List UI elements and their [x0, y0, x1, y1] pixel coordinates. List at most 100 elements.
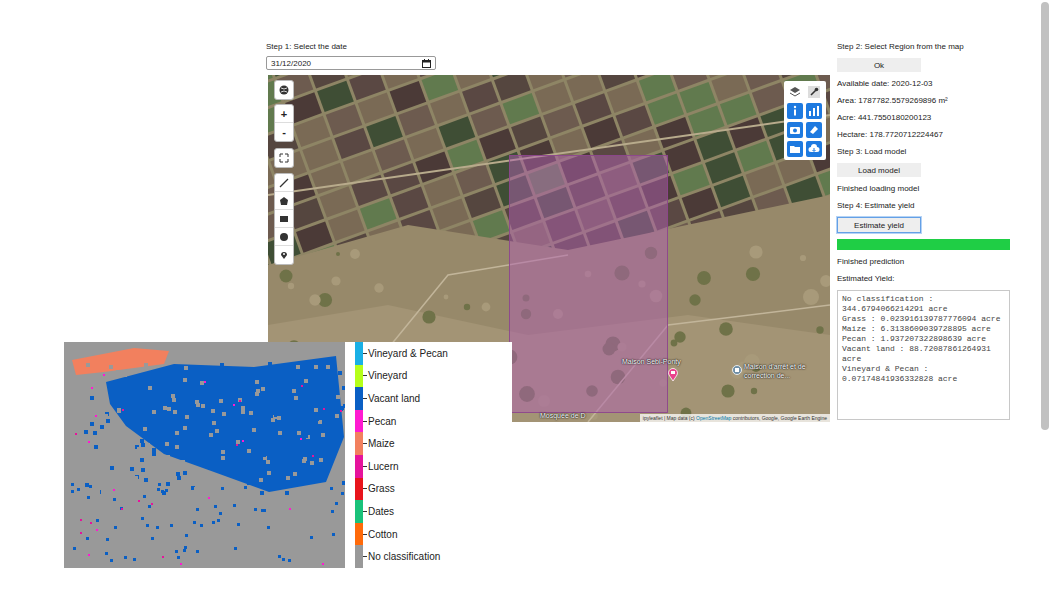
fullscreen-icon[interactable] — [279, 153, 289, 163]
available-date: Available date: 2020-12-03 — [837, 78, 1010, 89]
legend-swatch — [355, 410, 363, 433]
chart-icon[interactable] — [808, 105, 820, 117]
eraser-button[interactable] — [806, 122, 822, 138]
camera-icon[interactable] — [789, 124, 801, 136]
zoom-out-button[interactable]: - — [275, 123, 293, 141]
pink-pin-icon[interactable] — [668, 368, 678, 381]
globe-icon[interactable] — [279, 85, 289, 95]
yield-label: Estimated Yield: — [837, 273, 1010, 284]
rectangle-icon[interactable] — [279, 214, 289, 224]
layers-button[interactable] — [787, 84, 803, 100]
place-label: Mosquée de D — [540, 411, 586, 420]
load-status: Finished loading model — [837, 183, 1010, 194]
folder-icon[interactable] — [789, 143, 801, 155]
legend-item: Grass — [355, 478, 448, 501]
wrench-icon[interactable] — [808, 86, 820, 98]
yield-line: Maize : 6.3138609039728895 acre — [842, 324, 1005, 334]
eraser-icon[interactable] — [808, 124, 820, 136]
grey-pin-icon[interactable] — [732, 365, 742, 375]
folder-button[interactable] — [787, 141, 803, 157]
ok-button[interactable]: Ok — [837, 58, 921, 72]
legend-swatch — [355, 455, 363, 478]
acre-value: Acre: 441.7550180200123 — [837, 112, 1010, 123]
date-field[interactable]: 31/12/2020 — [266, 56, 436, 70]
load-model-button[interactable]: Load model — [837, 163, 921, 177]
globe-button[interactable] — [275, 81, 293, 99]
marker-button[interactable] — [275, 246, 293, 264]
marker-icon[interactable] — [279, 250, 289, 260]
polyline-button[interactable] — [275, 174, 293, 192]
legend-swatch — [355, 342, 363, 365]
legend-swatch — [355, 365, 363, 388]
cloud-download-icon[interactable] — [808, 143, 820, 155]
legend-swatch — [355, 523, 363, 546]
circle-button[interactable] — [275, 228, 293, 246]
yield-output[interactable]: No classification : 344.6794066214291 ac… — [837, 290, 1010, 420]
progress-fill — [837, 239, 1010, 250]
legend-item: Vacant land — [355, 387, 448, 410]
polyline-icon[interactable] — [279, 178, 289, 188]
legend-item: Lucern — [355, 455, 448, 478]
legend-item: No classification — [355, 545, 448, 568]
selected-region — [509, 155, 668, 413]
globe-icon[interactable] — [279, 85, 289, 95]
info-icon[interactable] — [789, 105, 801, 117]
chart-button[interactable] — [806, 103, 822, 119]
legend: Vineyard & PecanVineyardVacant landPecan… — [355, 342, 448, 568]
legend-item: Dates — [355, 500, 448, 523]
legend-item: Vineyard & Pecan — [355, 342, 448, 365]
camera-button[interactable] — [787, 122, 803, 138]
rectangle-icon[interactable] — [279, 214, 289, 224]
zoom-in-button[interactable]: + — [275, 105, 293, 123]
fullscreen-icon[interactable] — [279, 153, 289, 163]
cloud-download-icon[interactable] — [808, 143, 820, 155]
classification-map — [64, 342, 345, 568]
prediction-status: Finished prediction — [837, 256, 1010, 267]
scrollbar[interactable] — [1041, 2, 1049, 430]
fullscreen-control — [274, 148, 294, 168]
legend-swatch — [355, 387, 363, 410]
info-icon[interactable] — [789, 105, 801, 117]
place-label: Maison d'arrêt et de correction de... — [744, 362, 826, 380]
step2-label: Step 2: Select Region from the map — [837, 41, 1010, 52]
camera-icon[interactable] — [789, 124, 801, 136]
zoom-control: +- — [274, 104, 294, 142]
layers-icon[interactable] — [789, 86, 801, 98]
legend-swatch — [355, 478, 363, 501]
yield-line: Pecan : 1.937207322898639 acre — [842, 334, 1005, 344]
circle-icon[interactable] — [279, 232, 289, 242]
grey-pin-icon[interactable] — [732, 365, 742, 375]
openstreetmap-link[interactable]: OpenStreetMap — [696, 415, 731, 421]
step1-label: Step 1: Select the date — [266, 41, 830, 52]
pink-pin-icon[interactable] — [668, 368, 678, 381]
chart-icon[interactable] — [808, 105, 820, 117]
polygon-icon[interactable] — [279, 196, 289, 206]
eraser-icon[interactable] — [808, 124, 820, 136]
cloud-download-button[interactable] — [806, 141, 822, 157]
hectare-value: Hectare: 178.7720712224467 — [837, 129, 1010, 140]
layers-icon[interactable] — [789, 86, 801, 98]
wrench-button[interactable] — [806, 84, 822, 100]
estimate-yield-button[interactable]: Estimate yield — [837, 217, 921, 233]
map-toolbar — [784, 81, 826, 160]
polygon-icon[interactable] — [279, 196, 289, 206]
polygon-button[interactable] — [275, 192, 293, 210]
rectangle-button[interactable] — [275, 210, 293, 228]
folder-icon[interactable] — [789, 143, 801, 155]
layers-control — [274, 80, 294, 100]
step3-label: Step 3: Load model — [837, 146, 1010, 157]
date-value: 31/12/2020 — [271, 59, 311, 68]
classification-result: Vineyard & PecanVineyardVacant landPecan… — [64, 342, 512, 568]
legend-item: Vineyard — [355, 365, 448, 388]
place-label: Maison Sebi-Ponty — [622, 357, 681, 366]
calendar-icon[interactable] — [422, 59, 431, 68]
wrench-icon[interactable] — [808, 86, 820, 98]
polyline-icon[interactable] — [279, 178, 289, 188]
calendar-icon[interactable] — [422, 59, 431, 68]
info-button[interactable] — [787, 103, 803, 119]
circle-icon[interactable] — [279, 232, 289, 242]
marker-icon[interactable] — [279, 250, 289, 260]
map-attribution: ipyleaflet | Map data (c) OpenStreetMap … — [640, 414, 830, 422]
fullscreen-button[interactable] — [275, 149, 293, 167]
legend-swatch — [355, 500, 363, 523]
